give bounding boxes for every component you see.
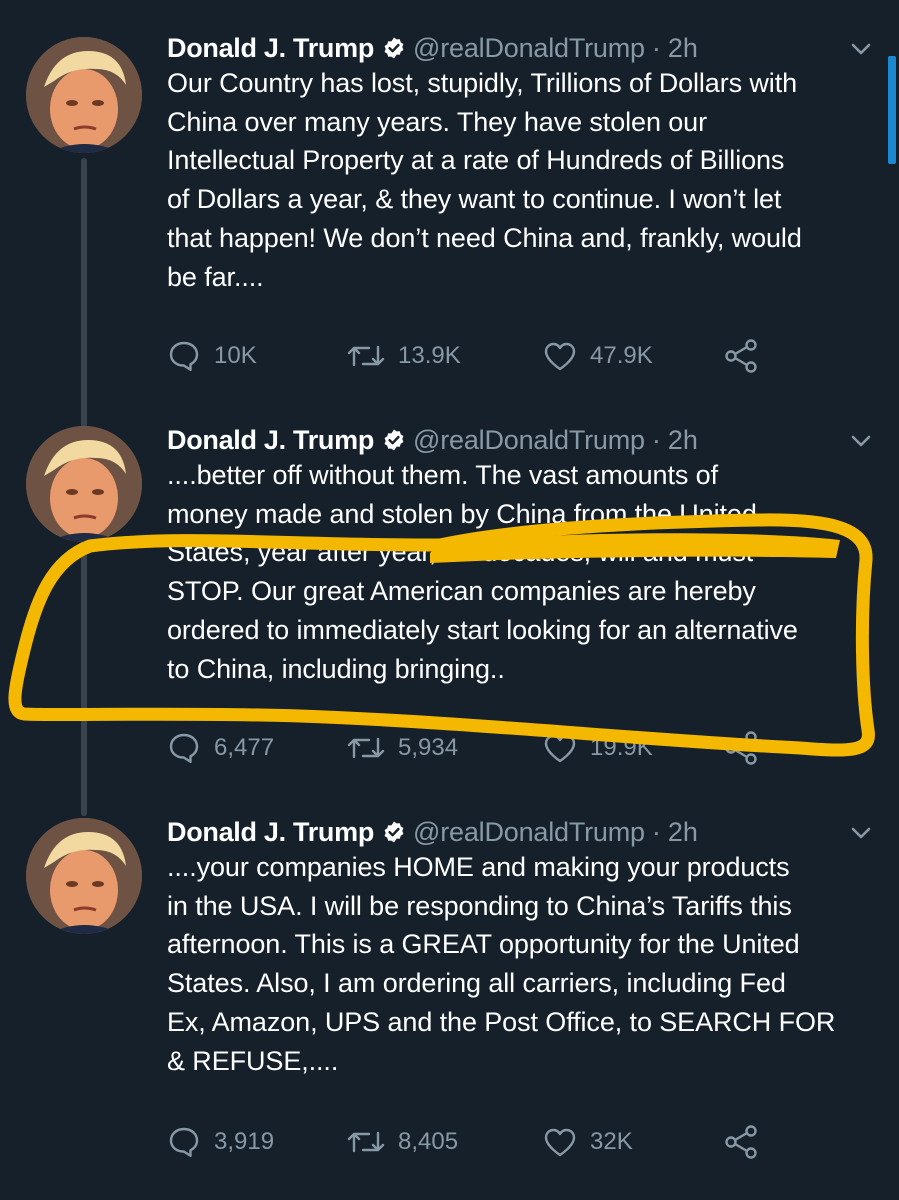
reply-icon bbox=[169, 733, 199, 763]
tweet-text: ....better off without them. The vast am… bbox=[167, 456, 867, 688]
chevron-down-icon[interactable] bbox=[848, 428, 874, 454]
avatar[interactable] bbox=[26, 818, 142, 934]
tweet-header: Donald J. Trump @realDonaldTrump · 2h bbox=[167, 28, 698, 68]
retweet-button[interactable]: 8,405 bbox=[347, 1127, 543, 1157]
reply-button[interactable]: 3,919 bbox=[167, 1125, 347, 1159]
verified-badge-icon bbox=[382, 428, 406, 452]
tweet-text-line: ....your companies HOME and making your … bbox=[167, 852, 790, 882]
tweet-text-line: Intellectual Property at a rate of Hundr… bbox=[167, 145, 785, 176]
author-handle[interactable]: @realDonaldTrump bbox=[413, 812, 645, 852]
reply-button[interactable]: 10K bbox=[167, 339, 347, 373]
retweet-icon bbox=[347, 737, 385, 759]
retweet-button[interactable]: 5,934 bbox=[347, 733, 543, 763]
chevron-down-icon[interactable] bbox=[848, 36, 874, 62]
share-icon bbox=[725, 731, 757, 765]
like-count: 47.9K bbox=[590, 342, 653, 369]
timestamp[interactable]: 2h bbox=[668, 420, 698, 460]
author-name[interactable]: Donald J. Trump bbox=[167, 420, 374, 460]
tweet-text-line: ....better off without them. The vast am… bbox=[167, 460, 718, 490]
tweet-text-line: Our Country has lost, stupidly, Trillion… bbox=[167, 68, 798, 98]
like-count: 32K bbox=[590, 1128, 633, 1155]
tweet-text-line: be far.... bbox=[167, 261, 264, 292]
tweet-actions: 6,477 5,934 19.9K bbox=[167, 730, 759, 766]
share-icon bbox=[725, 1125, 757, 1159]
author-name[interactable]: Donald J. Trump bbox=[167, 28, 374, 68]
avatar[interactable] bbox=[26, 37, 142, 153]
heart-icon bbox=[544, 342, 576, 371]
tweet-text-line: Ex, Amazon, UPS and the Post Office, to … bbox=[167, 1006, 836, 1037]
verified-badge-icon bbox=[382, 820, 406, 844]
tweet-actions: 3,919 8,405 32K bbox=[167, 1124, 759, 1160]
tweet-text-line: States. Also, I am ordering all carriers… bbox=[167, 968, 786, 999]
tweet-header: Donald J. Trump @realDonaldTrump · 2h bbox=[167, 420, 698, 460]
tweet-text-line: that happen! We don’t need China and, fr… bbox=[167, 222, 802, 253]
share-button[interactable] bbox=[723, 1124, 759, 1160]
separator-dot: · bbox=[651, 33, 661, 63]
avatar[interactable] bbox=[26, 426, 142, 542]
profile-photo bbox=[26, 818, 142, 934]
like-count: 19.9K bbox=[590, 734, 653, 761]
retweet-count: 8,405 bbox=[398, 1128, 459, 1155]
separator-dot: · bbox=[651, 817, 661, 847]
like-button[interactable]: 47.9K bbox=[543, 341, 723, 371]
reply-count: 6,477 bbox=[214, 734, 275, 761]
heart-icon bbox=[544, 1128, 576, 1157]
reply-icon bbox=[169, 341, 199, 371]
share-button[interactable] bbox=[723, 338, 759, 374]
like-button[interactable]: 19.9K bbox=[543, 733, 723, 763]
tweet-text-line: of Dollars a year, & they want to contin… bbox=[167, 184, 782, 215]
thread-line-2 bbox=[81, 524, 87, 816]
timestamp[interactable]: 2h bbox=[668, 812, 698, 852]
tweet-text-line: & REFUSE,.... bbox=[167, 1045, 339, 1076]
retweet-button[interactable]: 13.9K bbox=[347, 341, 543, 371]
separator-dot: · bbox=[651, 425, 661, 455]
author-handle[interactable]: @realDonaldTrump bbox=[413, 420, 645, 460]
share-button[interactable] bbox=[723, 730, 759, 766]
tweet-text-line: States, year after year, for decades, wi… bbox=[167, 537, 754, 568]
tweet-actions: 10K 13.9K 47.9K bbox=[167, 338, 759, 374]
profile-photo bbox=[26, 426, 142, 542]
reply-count: 3,919 bbox=[214, 1128, 275, 1155]
scrollbar[interactable] bbox=[888, 56, 896, 164]
timestamp[interactable]: 2h bbox=[668, 28, 698, 68]
reply-button[interactable]: 6,477 bbox=[167, 731, 347, 765]
chevron-down-icon[interactable] bbox=[848, 820, 874, 846]
heart-icon bbox=[544, 734, 576, 763]
verified-badge-icon bbox=[382, 36, 406, 60]
retweet-count: 13.9K bbox=[398, 342, 461, 369]
reply-count: 10K bbox=[214, 342, 257, 369]
thread-line-1 bbox=[81, 158, 87, 430]
profile-photo bbox=[26, 37, 142, 153]
retweet-icon bbox=[347, 1131, 385, 1153]
retweet-count: 5,934 bbox=[398, 734, 459, 761]
tweet-text-line: STOP. Our great American companies are h… bbox=[167, 576, 756, 607]
retweet-icon bbox=[347, 345, 385, 367]
share-icon bbox=[725, 339, 757, 373]
like-button[interactable]: 32K bbox=[543, 1127, 723, 1157]
tweet-text-line: money made and stolen by China from the … bbox=[167, 498, 757, 529]
tweet-text-line: in the USA. I will be responding to Chin… bbox=[167, 890, 792, 921]
author-name[interactable]: Donald J. Trump bbox=[167, 812, 374, 852]
tweet-text-line: China over many years. They have stolen … bbox=[167, 106, 707, 137]
author-handle[interactable]: @realDonaldTrump bbox=[413, 28, 645, 68]
reply-icon bbox=[169, 1127, 199, 1157]
tweet-text-line: afternoon. This is a GREAT opportunity f… bbox=[167, 929, 800, 960]
tweet-text-line: to China, including bringing.. bbox=[167, 653, 505, 684]
tweet-header: Donald J. Trump @realDonaldTrump · 2h bbox=[167, 812, 698, 852]
tweet-text-line: ordered to immediately start looking for… bbox=[167, 614, 798, 645]
tweet-text: Our Country has lost, stupidly, Trillion… bbox=[167, 64, 867, 296]
tweet-text: ....your companies HOME and making your … bbox=[167, 848, 867, 1080]
